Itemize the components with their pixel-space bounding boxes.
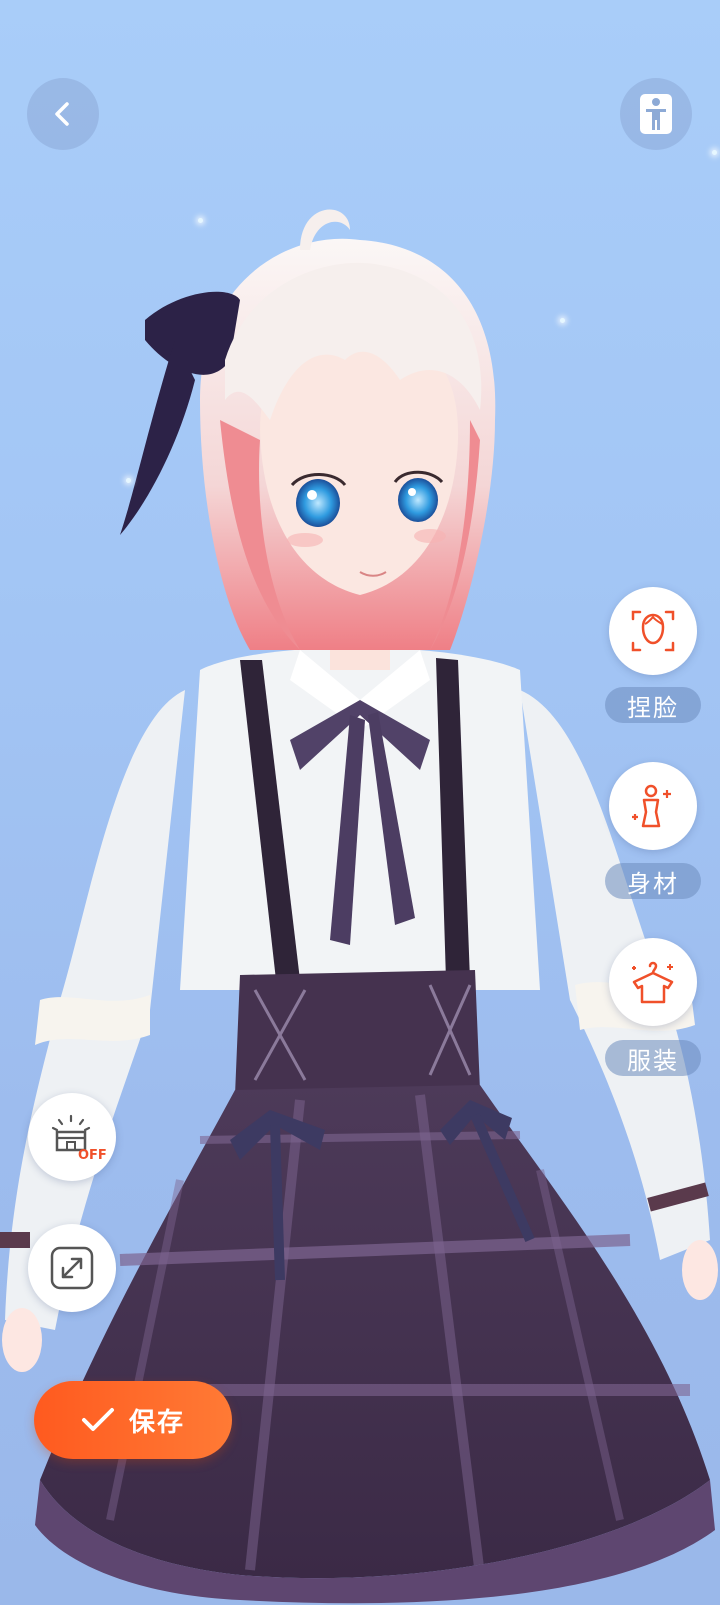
lighting-toggle-button[interactable]: OFF: [28, 1093, 116, 1181]
body-shape-label: 身材: [605, 863, 701, 899]
body-shape-button[interactable]: [609, 762, 697, 850]
back-button[interactable]: [27, 78, 99, 150]
sparkle: [560, 318, 565, 323]
outfit-label: 服装: [605, 1040, 701, 1076]
outfit-hanger-icon: [632, 961, 674, 1004]
sparkle: [126, 478, 131, 483]
save-button[interactable]: 保存: [34, 1381, 232, 1459]
face-adjust-button[interactable]: [609, 587, 697, 675]
standing-pose-icon: [640, 94, 672, 134]
back-arrow-icon: [55, 102, 69, 126]
body-shape-icon: [632, 784, 671, 828]
pose-button[interactable]: [620, 78, 692, 150]
outfit-button[interactable]: [609, 938, 697, 1026]
face-adjust-icon: [631, 610, 675, 652]
fullscreen-button[interactable]: [28, 1224, 116, 1312]
save-label: 保存: [128, 1407, 185, 1438]
sparkle: [712, 150, 717, 155]
check-icon: [81, 1408, 114, 1431]
sparkle: [198, 218, 203, 223]
lamp-off-badge: OFF: [78, 1148, 107, 1163]
expand-icon: [50, 1246, 94, 1290]
face-adjust-label: 捏脸: [605, 687, 701, 723]
